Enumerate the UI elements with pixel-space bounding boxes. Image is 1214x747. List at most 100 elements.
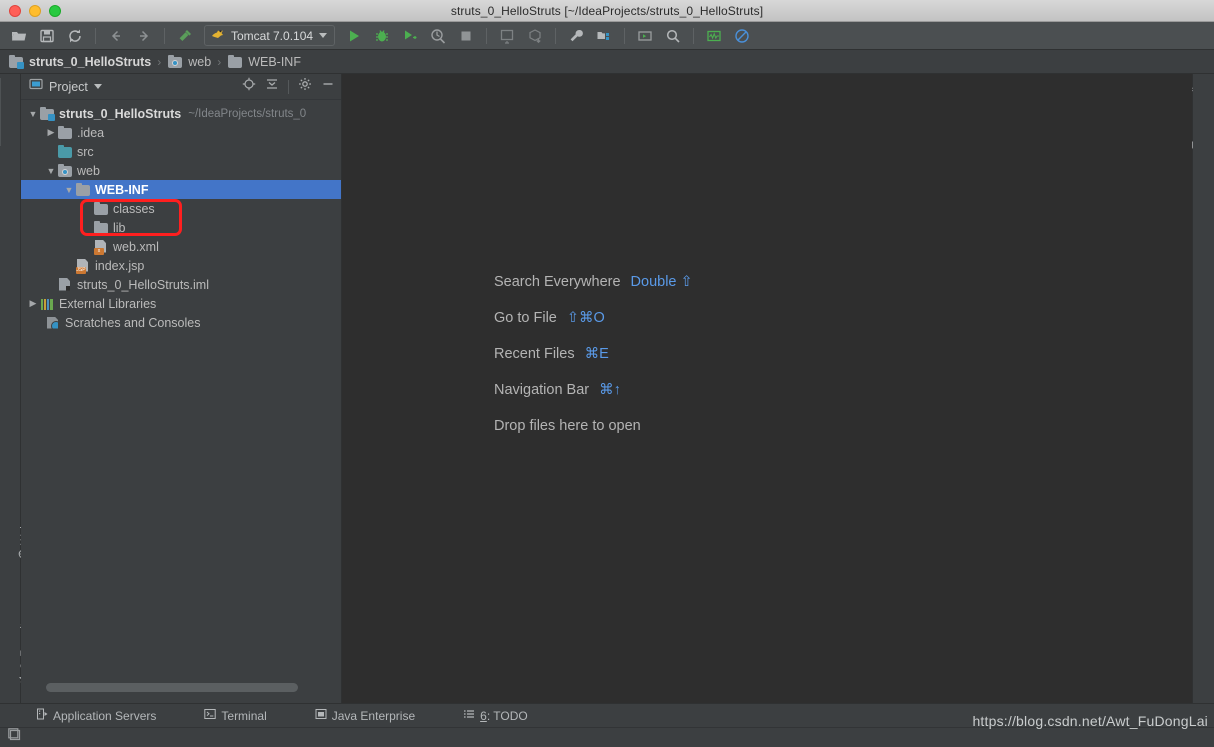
tree-row-webxml[interactable]: x web.xml bbox=[21, 237, 341, 256]
twisty-icon[interactable]: ▼ bbox=[45, 166, 57, 176]
navigation-breadcrumb: struts_0_HelloStruts › web › WEB-INF bbox=[0, 50, 1214, 74]
jsp-file-icon: JSP bbox=[75, 258, 91, 274]
update-application-icon[interactable] bbox=[494, 24, 520, 48]
toolbar-separator bbox=[555, 27, 557, 44]
tree-label: struts_0_HelloStruts.iml bbox=[77, 277, 209, 292]
external-libraries-icon bbox=[39, 296, 55, 312]
toolbar-separator bbox=[164, 27, 165, 44]
hide-minimize-icon[interactable] bbox=[321, 77, 335, 96]
scrollbar-thumb[interactable] bbox=[46, 683, 298, 692]
window-title: struts_0_HelloStruts [~/IdeaProjects/str… bbox=[450, 3, 764, 18]
todo-icon bbox=[463, 708, 475, 723]
twisty-icon[interactable]: ▶ bbox=[27, 298, 39, 309]
breadcrumb-item-project[interactable]: struts_0_HelloStruts bbox=[8, 54, 151, 70]
main-toolbar: Tomcat 7.0.104 bbox=[0, 22, 1214, 50]
profile-icon[interactable] bbox=[425, 24, 451, 48]
source-folder-icon bbox=[57, 144, 73, 160]
hint-navigation-bar: Navigation Bar ⌘↑ bbox=[494, 382, 693, 418]
title-bar: struts_0_HelloStruts [~/IdeaProjects/str… bbox=[0, 0, 1214, 22]
debug-icon[interactable] bbox=[369, 24, 395, 48]
tree-label: index.jsp bbox=[95, 258, 145, 273]
tree-label: WEB-INF bbox=[95, 182, 149, 197]
activity-monitor-icon[interactable] bbox=[701, 24, 727, 48]
chevron-down-icon[interactable] bbox=[93, 84, 102, 89]
statusbar-item-terminal[interactable]: Terminal bbox=[198, 704, 272, 728]
run-configuration-selector[interactable]: Tomcat 7.0.104 bbox=[204, 25, 336, 46]
open-folder-icon[interactable] bbox=[6, 24, 32, 48]
web-folder-icon bbox=[57, 163, 73, 179]
tomcat-icon bbox=[211, 27, 225, 45]
statusbar-item-java-enterprise[interactable]: Java Enterprise bbox=[309, 704, 421, 728]
twisty-icon[interactable]: ▼ bbox=[63, 185, 75, 195]
stop-icon[interactable] bbox=[453, 24, 479, 48]
web-folder-icon bbox=[167, 54, 183, 70]
hint-recent-files: Recent Files ⌘E bbox=[494, 346, 693, 382]
statusbar-item-application-servers[interactable]: Application Servers bbox=[30, 704, 162, 728]
folder-icon bbox=[57, 125, 73, 141]
statusbar-label: Terminal bbox=[221, 708, 267, 723]
folder-icon bbox=[75, 182, 91, 198]
hint-search-everywhere: Search Everywhere Double ⇧ bbox=[494, 274, 693, 310]
tree-row-classes[interactable]: classes bbox=[21, 199, 341, 218]
project-horizontal-scrollbar[interactable] bbox=[43, 682, 361, 693]
tree-path-hint: ~/IdeaProjects/struts_0 bbox=[188, 107, 307, 120]
run-configuration-label: Tomcat 7.0.104 bbox=[231, 28, 314, 43]
sync-refresh-icon[interactable] bbox=[62, 24, 88, 48]
gear-icon[interactable] bbox=[298, 77, 312, 96]
terminal-icon bbox=[204, 708, 217, 723]
tree-label: web.xml bbox=[113, 239, 159, 254]
statusbar-item-todo[interactable]: 6: TODO bbox=[457, 704, 534, 728]
no-access-icon[interactable] bbox=[729, 24, 755, 48]
hint-label: Go to File bbox=[494, 310, 557, 326]
breadcrumb-separator: › bbox=[157, 54, 162, 69]
tree-row-indexjsp[interactable]: JSP index.jsp bbox=[21, 256, 341, 275]
module-icon bbox=[39, 106, 55, 122]
breadcrumb-label: WEB-INF bbox=[248, 54, 301, 69]
breadcrumb-item-web[interactable]: web bbox=[167, 54, 211, 70]
tree-row-webinf[interactable]: ▼ WEB-INF bbox=[21, 180, 341, 199]
tree-row-web[interactable]: ▼ web bbox=[21, 161, 341, 180]
tree-label: struts_0_HelloStruts bbox=[59, 106, 182, 121]
locate-target-icon[interactable] bbox=[242, 77, 256, 96]
hint-shortcut: ⇧⌘O bbox=[566, 310, 605, 326]
breadcrumb-item-webinf[interactable]: WEB-INF bbox=[227, 54, 301, 70]
java-enterprise-icon bbox=[315, 708, 327, 723]
tree-label: .idea bbox=[77, 125, 105, 140]
collapse-all-icon[interactable] bbox=[265, 77, 279, 96]
select-opened-file-icon[interactable] bbox=[632, 24, 658, 48]
settings-wrench-icon[interactable] bbox=[563, 24, 589, 48]
panel-separator bbox=[288, 79, 289, 94]
xml-file-icon: x bbox=[93, 239, 109, 255]
chevron-down-icon[interactable] bbox=[319, 33, 328, 38]
project-tool-window: Project ▼ struts_0_HelloStruts ~/IdeaPro… bbox=[21, 74, 342, 703]
project-structure-icon[interactable] bbox=[591, 24, 617, 48]
editor-shortcut-hints: Search Everywhere Double ⇧ Go to File ⇧⌘… bbox=[494, 274, 693, 454]
tree-row-scratches[interactable]: Scratches and Consoles bbox=[21, 313, 341, 332]
twisty-icon[interactable]: ▼ bbox=[27, 109, 39, 119]
deploy-icon[interactable] bbox=[522, 24, 548, 48]
back-arrow-icon[interactable] bbox=[103, 24, 129, 48]
tree-row-project[interactable]: ▼ struts_0_HelloStruts ~/IdeaProjects/st… bbox=[21, 104, 341, 123]
save-all-icon[interactable] bbox=[34, 24, 60, 48]
statusbar-mnemonic: 6 bbox=[480, 708, 487, 723]
statusbar-label: Java Enterprise bbox=[331, 708, 416, 723]
tree-label: lib bbox=[113, 220, 126, 235]
run-with-coverage-icon[interactable] bbox=[397, 24, 423, 48]
tree-row-iml[interactable]: struts_0_HelloStruts.iml bbox=[21, 275, 341, 294]
toolbar-separator bbox=[693, 27, 695, 44]
build-hammer-icon[interactable] bbox=[172, 24, 198, 48]
statusbar-label-rest: : TODO bbox=[486, 708, 528, 723]
tree-row-idea[interactable]: ▶ .idea bbox=[21, 123, 341, 142]
tree-row-src[interactable]: src bbox=[21, 142, 341, 161]
toolbar-separator bbox=[486, 27, 488, 44]
run-icon[interactable] bbox=[341, 24, 367, 48]
sidebar-item-project[interactable]: 1: Project bbox=[0, 78, 1, 147]
forward-arrow-icon[interactable] bbox=[131, 24, 157, 48]
toggle-toolwindow-icon[interactable] bbox=[8, 728, 22, 747]
tree-row-external-libraries[interactable]: ▶ External Libraries bbox=[21, 294, 341, 313]
twisty-icon[interactable]: ▶ bbox=[45, 127, 57, 138]
toolbar-separator bbox=[624, 27, 626, 44]
search-icon[interactable] bbox=[660, 24, 686, 48]
iml-file-icon bbox=[57, 277, 73, 293]
tree-row-lib[interactable]: lib bbox=[21, 218, 341, 237]
